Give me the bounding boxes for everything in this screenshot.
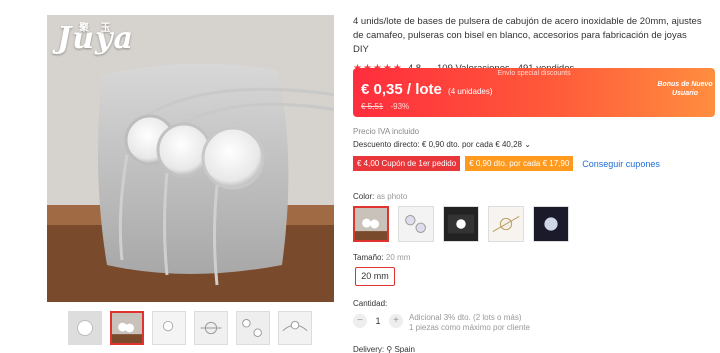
thumbnail-2[interactable] xyxy=(110,311,144,345)
price-value: € 0,35 / lote xyxy=(361,81,442,98)
increase-quantity-button[interactable]: + xyxy=(389,314,403,328)
brand-logo: 聚 玉 Juya xyxy=(57,21,134,56)
thumbnail-6[interactable] xyxy=(278,311,312,345)
quantity-value[interactable]: 1 xyxy=(367,316,389,326)
size-label: Tamaño: 20 mm xyxy=(353,253,410,262)
thumbnail-strip xyxy=(68,311,312,345)
thumbnail-4[interactable] xyxy=(194,311,228,345)
delivery-row: Delivery: ⚲ Spain xyxy=(353,345,415,353)
size-value: 20 mm xyxy=(385,253,411,262)
location-pin-icon: ⚲ xyxy=(386,345,393,353)
thumbnail-5[interactable] xyxy=(236,311,270,345)
new-user-bonus-badge[interactable]: Bonus de Nuevo Usuario xyxy=(655,68,715,117)
swatch-4[interactable] xyxy=(488,206,524,242)
color-label-text: Color: xyxy=(353,192,375,201)
main-product-image[interactable]: 聚 玉 Juya xyxy=(47,15,334,302)
first-order-coupon[interactable]: € 4,00 Cupón de 1er pedido xyxy=(353,156,461,171)
max-per-customer-note: 1 piezas como máximo por cliente xyxy=(409,323,530,332)
current-price: € 0,35 / lote (4 unidades) xyxy=(361,81,493,98)
bulk-discount-note: Adicional 3% dto. (2 lots o más) xyxy=(409,313,522,322)
swatch-3[interactable] xyxy=(443,206,479,242)
size-label-text: Tamaño: xyxy=(353,253,384,262)
quantity-label: Cantidad: xyxy=(353,299,388,308)
direct-discount[interactable]: Descuento directo: € 0,90 dto. por cada … xyxy=(353,140,531,149)
original-price: € 5,51 -93% xyxy=(361,102,409,111)
vat-note: Precio IVA incluido xyxy=(353,127,420,136)
chevron-down-icon: ⌄ xyxy=(524,140,531,149)
price-banner: Envío special discounts € 0,35 / lote (4… xyxy=(353,68,715,117)
delivery-label: Delivery: xyxy=(353,345,385,353)
quantity-info: Adicional 3% dto. (2 lots o más) 1 pieza… xyxy=(409,313,530,333)
color-label: Color: as photo xyxy=(353,192,407,201)
color-value: as photo xyxy=(376,192,408,201)
coupon-row: € 4,00 Cupón de 1er pedido € 0,90 dto. p… xyxy=(353,156,660,171)
bracelet-photo xyxy=(47,15,334,302)
thumbnail-1[interactable] xyxy=(68,311,102,345)
thumbnail-3[interactable] xyxy=(152,311,186,345)
get-coupons-link[interactable]: Conseguir cupones xyxy=(582,159,660,169)
swatch-2[interactable] xyxy=(398,206,434,242)
quantity-stepper: − 1 + xyxy=(353,314,403,328)
delivery-destination[interactable]: Spain xyxy=(394,345,414,353)
decrease-quantity-button[interactable]: − xyxy=(353,314,367,328)
direct-discount-text: Descuento directo: € 0,90 dto. por cada … xyxy=(353,140,523,149)
logo-chinese: 聚 玉 xyxy=(79,23,115,34)
swatch-1[interactable] xyxy=(353,206,389,242)
product-title: 4 unids/lote de bases de pulsera de cabu… xyxy=(353,16,702,55)
spend-discount-coupon[interactable]: € 0,90 dto. por cada € 17,90 xyxy=(465,156,574,171)
original-price-value: € 5,51 xyxy=(361,102,384,111)
size-option-20mm[interactable]: 20 mm xyxy=(355,267,395,286)
price-unit-note: (4 unidades) xyxy=(448,87,493,96)
discount-percent: -93% xyxy=(390,102,410,111)
swatch-5[interactable] xyxy=(533,206,569,242)
color-swatches xyxy=(353,206,569,242)
